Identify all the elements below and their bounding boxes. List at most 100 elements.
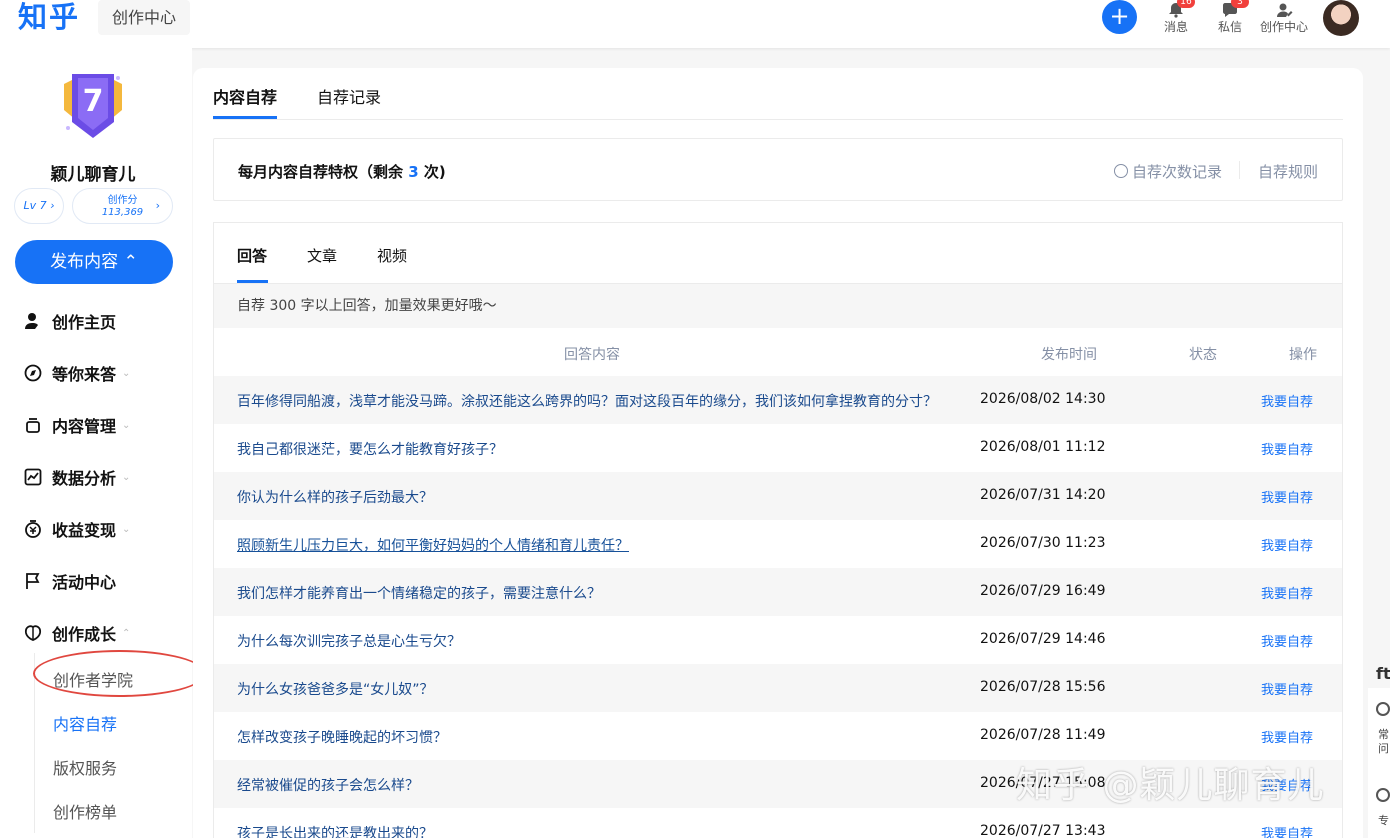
sub-nav-copyright-service[interactable]: 版权服务 bbox=[53, 755, 117, 779]
private-messages-button[interactable]: 3 私信 bbox=[1204, 0, 1256, 38]
publish-time: 2026/07/29 16:49 bbox=[980, 583, 1106, 599]
nav-label: 活动中心 bbox=[52, 573, 117, 592]
answers-list-panel: 回答 文章 视频 自荐 300 字以上回答，加量效果更好哦～ 回答内容 发布时间… bbox=[213, 222, 1343, 838]
table-row: 照顾新生儿压力巨大，如何平衡好妈妈的个人情绪和育儿责任？ 2026/07/30 … bbox=[214, 520, 1342, 568]
money-icon bbox=[24, 520, 42, 538]
private-messages-label: 私信 bbox=[1217, 20, 1242, 34]
publish-time: 2026/07/27 13:43 bbox=[980, 823, 1106, 838]
header-action: 操作 bbox=[1289, 347, 1317, 363]
answer-question-link[interactable]: 经常被催促的孩子会怎么样？ bbox=[237, 775, 419, 795]
recommend-button[interactable]: 我要自荐 bbox=[1261, 679, 1313, 698]
nav-creator-growth[interactable]: 创作成长 ⌃ bbox=[24, 621, 130, 645]
sub-nav-creator-ranking[interactable]: 创作榜单 bbox=[53, 799, 117, 823]
publish-time: 2026/08/01 11:12 bbox=[980, 439, 1106, 455]
creator-center-tag[interactable]: 创作中心 bbox=[98, 0, 190, 35]
user-name[interactable]: 颖儿聊育儿 bbox=[0, 160, 186, 185]
publish-time: 2026/07/28 11:49 bbox=[980, 727, 1106, 743]
compass-icon bbox=[24, 364, 42, 382]
level-number: 7 bbox=[82, 84, 104, 119]
creation-score-chip[interactable]: 创作分 113,369 › bbox=[72, 188, 173, 224]
leaf-icon bbox=[24, 624, 42, 642]
answer-question-link[interactable]: 为什么女孩爸爸多是“女儿奴”？ bbox=[237, 679, 434, 699]
creator-center-button[interactable]: 创作中心 bbox=[1258, 0, 1310, 38]
answer-question-link[interactable]: 百年修得同船渡，浅草才能没马蹄。涂叔还能这么跨界的吗？面对这段百年的缘分，我们该… bbox=[237, 391, 937, 411]
sub-nav-content-recommend[interactable]: 内容自荐 bbox=[53, 711, 117, 735]
tab-recommend-records[interactable]: 自荐记录 bbox=[317, 84, 381, 108]
recommend-button[interactable]: 我要自荐 bbox=[1261, 823, 1313, 838]
flag-icon bbox=[24, 572, 42, 590]
main-panel: 内容自荐 自荐记录 每月内容自荐特权（剩余 3 次) 自荐次数记录 自荐规则 回… bbox=[193, 68, 1363, 838]
message-icon: 3 bbox=[1221, 0, 1249, 18]
publish-time: 2026/07/29 14:46 bbox=[980, 631, 1106, 647]
messages-label: 消息 bbox=[1163, 20, 1188, 34]
recommend-button[interactable]: 我要自荐 bbox=[1261, 631, 1313, 650]
recommend-rules-link[interactable]: 自荐规则 bbox=[1258, 161, 1318, 182]
annotation-circle bbox=[33, 650, 206, 697]
tabs-divider bbox=[213, 119, 1343, 120]
nav-waiting-answers[interactable]: 等你来答 ⌄ bbox=[24, 361, 130, 385]
table-row: 孩子是长出来的还是教出来的？ 2026/07/27 13:43 我要自荐 bbox=[214, 808, 1342, 838]
help-icon[interactable] bbox=[1376, 702, 1390, 716]
answer-question-link[interactable]: 为什么每次训完孩子总是心生亏欠？ bbox=[237, 631, 461, 651]
nav-label: 内容管理 bbox=[52, 417, 117, 436]
answer-question-link[interactable]: 我自己都很迷茫，要怎么才能教育好孩子？ bbox=[237, 439, 503, 459]
table-row: 我自己都很迷茫，要怎么才能教育好孩子？ 2026/08/01 11:12 我要自… bbox=[214, 424, 1342, 472]
creator-center-label: 创作中心 bbox=[1259, 20, 1308, 34]
recommend-button[interactable]: 我要自荐 bbox=[1261, 727, 1313, 746]
nav-monetization[interactable]: 收益变现 ⌄ bbox=[24, 517, 130, 541]
table-row: 百年修得同船渡，浅草才能没马蹄。涂叔还能这么跨界的吗？面对这段百年的缘分，我们该… bbox=[214, 376, 1342, 424]
recommend-button[interactable]: 我要自荐 bbox=[1261, 391, 1313, 410]
privilege-title: 每月内容自荐特权（剩余 3 次) bbox=[238, 163, 446, 181]
level-chip[interactable]: Lv 7 › bbox=[14, 188, 64, 224]
tab-content-recommend[interactable]: 内容自荐 bbox=[213, 84, 277, 108]
chevron-down-icon: ⌄ bbox=[122, 419, 131, 431]
chevron-down-icon: ⌄ bbox=[122, 523, 131, 535]
publish-time: 2026/07/30 11:23 bbox=[980, 535, 1106, 551]
content-tab-articles[interactable]: 文章 bbox=[307, 245, 337, 266]
sub-nav-divider bbox=[34, 653, 35, 833]
answer-question-link[interactable]: 孩子是长出来的还是教出来的？ bbox=[237, 823, 433, 838]
content-tab-answers[interactable]: 回答 bbox=[237, 245, 267, 266]
answer-question-link[interactable]: 怎样改变孩子晚睡晚起的坏习惯？ bbox=[237, 727, 447, 747]
faq-label[interactable]: 常问 bbox=[1378, 728, 1390, 756]
table-header: 回答内容 发布时间 状态 操作 bbox=[214, 328, 1342, 376]
nav-activity-center[interactable]: 活动中心 bbox=[24, 569, 116, 593]
recommend-button[interactable]: 我要自荐 bbox=[1261, 487, 1313, 506]
recommend-button[interactable]: 我要自荐 bbox=[1261, 583, 1313, 602]
nav-label: 数据分析 bbox=[52, 469, 117, 488]
bell-icon: 16 bbox=[1167, 0, 1195, 18]
nav-creator-home[interactable]: 创作主页 bbox=[24, 309, 116, 333]
top-bar: 知乎 创作中心 + 16 消息 3 私信 创作中心 bbox=[0, 0, 1390, 48]
zhihu-logo[interactable]: 知乎 bbox=[18, 0, 80, 34]
recommend-button[interactable]: 我要自荐 bbox=[1261, 439, 1313, 458]
chevron-up-icon: ⌃ bbox=[122, 627, 131, 639]
answer-question-link[interactable]: 你认为什么样的孩子后劲最大？ bbox=[237, 487, 433, 507]
chart-icon bbox=[24, 468, 42, 486]
answer-question-link[interactable]: 照顾新生儿压力巨大，如何平衡好妈妈的个人情绪和育儿责任？ bbox=[237, 535, 629, 555]
table-row: 为什么每次训完孩子总是心生亏欠？ 2026/07/29 14:46 我要自荐 bbox=[214, 616, 1342, 664]
privilege-card: 每月内容自荐特权（剩余 3 次) 自荐次数记录 自荐规则 bbox=[213, 138, 1343, 201]
recommend-count-record-link[interactable]: 自荐次数记录 bbox=[1114, 161, 1222, 182]
messages-badge: 16 bbox=[1177, 0, 1195, 8]
content-tab-videos[interactable]: 视频 bbox=[377, 245, 407, 266]
person-icon bbox=[24, 312, 42, 330]
header-content: 回答内容 bbox=[564, 347, 620, 363]
table-row: 为什么女孩爸爸多是“女儿奴”？ 2026/07/28 15:56 我要自荐 bbox=[214, 664, 1342, 712]
create-plus-button[interactable]: + bbox=[1102, 0, 1137, 34]
publish-time: 2026/07/28 15:56 bbox=[980, 679, 1106, 695]
nav-content-management[interactable]: 内容管理 ⌄ bbox=[24, 413, 130, 437]
answer-question-link[interactable]: 我们怎样才能养育出一个情绪稳定的孩子，需要注意什么？ bbox=[237, 583, 601, 603]
publish-content-button[interactable]: 发布内容 ⌃ bbox=[15, 240, 173, 284]
link-separator bbox=[1239, 161, 1240, 179]
user-avatar[interactable] bbox=[1323, 0, 1359, 36]
messages-button[interactable]: 16 消息 bbox=[1150, 0, 1202, 38]
nav-label: 创作成长 bbox=[52, 625, 117, 644]
floating-top-glyph[interactable]: ft bbox=[1376, 664, 1390, 683]
recommend-button[interactable]: 我要自荐 bbox=[1261, 535, 1313, 554]
sidebar: 7 颖儿聊育儿 Lv 7 › 创作分 113,369 › 发布内容 ⌃ 创作主页… bbox=[0, 48, 192, 838]
publish-time: 2026/07/31 14:20 bbox=[980, 487, 1106, 503]
expert-label[interactable]: 专 bbox=[1378, 814, 1390, 828]
expert-icon[interactable] bbox=[1376, 788, 1390, 802]
nav-data-analysis[interactable]: 数据分析 ⌄ bbox=[24, 465, 130, 489]
chevron-down-icon: ⌄ bbox=[122, 367, 131, 379]
